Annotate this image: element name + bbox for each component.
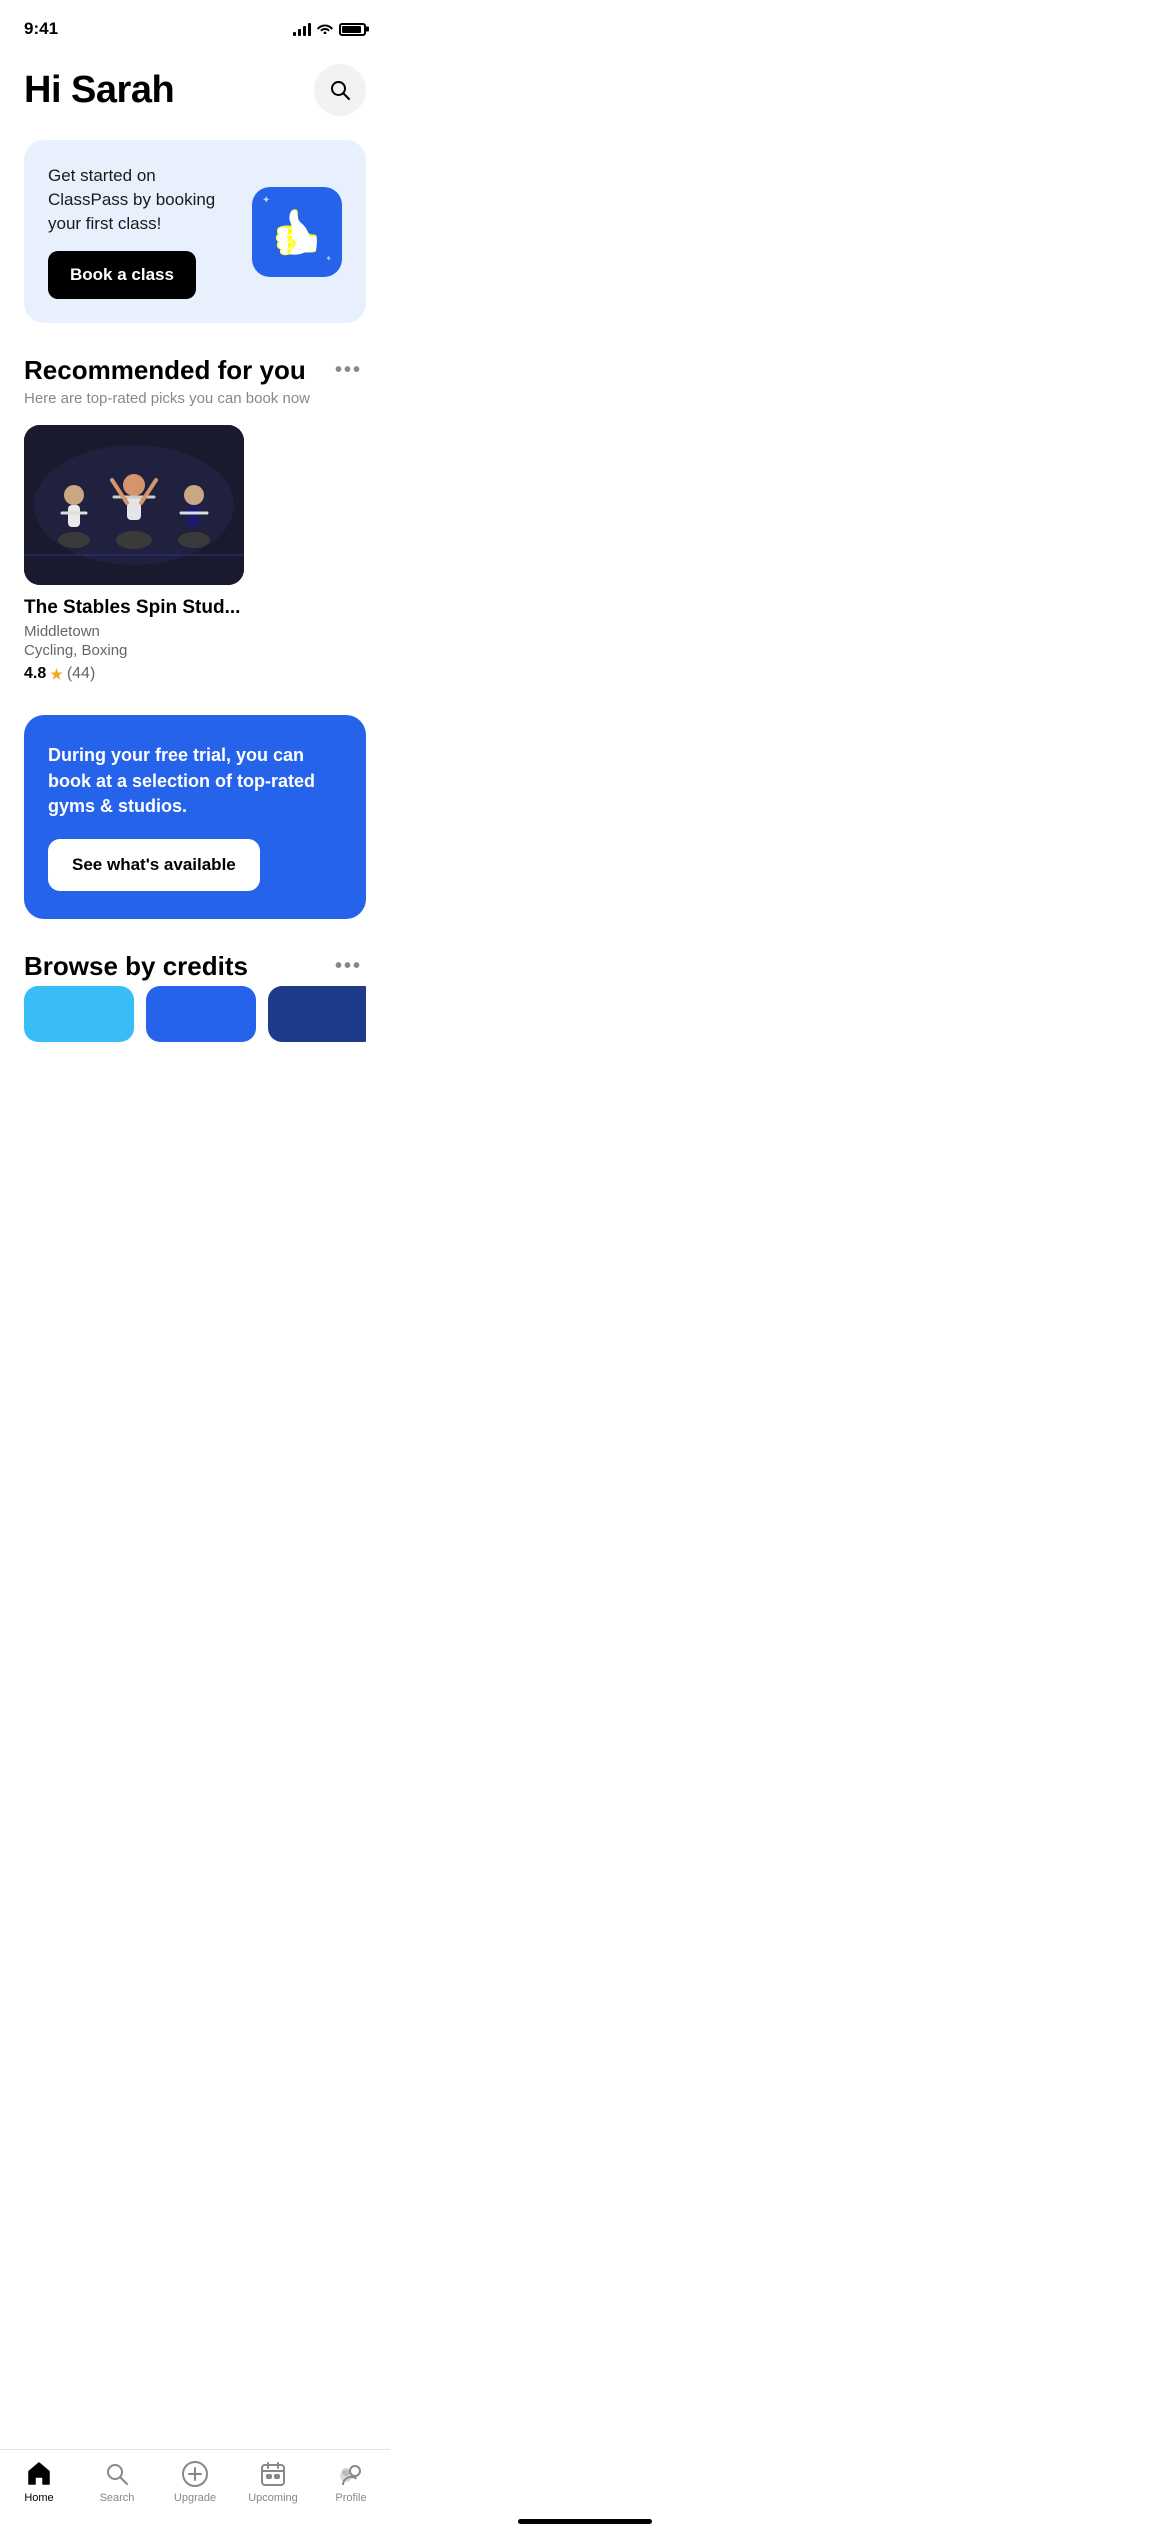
search-tab-icon [103,2460,131,2488]
wifi-icon [317,21,333,37]
upcoming-tab-icon [259,2460,287,2488]
classpass-promo-icon: 👍 [252,187,342,277]
main-content: Hi Sarah Get started on ClassPass by boo… [0,44,390,1158]
upcoming-tab-label: Upcoming [248,2492,298,2504]
trial-banner-text: During your free trial, you can book at … [48,743,342,819]
search-icon [329,79,351,101]
browse-credits-title: Browse by credits [24,951,248,982]
promo-text: Get started on ClassPass by booking your… [48,164,236,299]
search-button[interactable] [314,64,366,116]
greeting-text: Hi Sarah [24,69,174,112]
credit-card-1[interactable] [24,986,134,1042]
browse-credits-header: Browse by credits ••• [24,951,366,982]
tab-profile[interactable]: Profile [312,2460,390,2504]
profile-tab-label: Profile [335,2492,366,2504]
tab-upgrade[interactable]: Upgrade [156,2460,234,2504]
header-row: Hi Sarah [24,64,366,116]
studio-image [24,425,244,585]
thumbs-up-icon: 👍 [270,206,325,258]
promo-message: Get started on ClassPass by booking your… [48,164,236,235]
status-time: 9:41 [24,19,58,39]
book-class-button[interactable]: Book a class [48,251,196,299]
recommended-title: Recommended for you [24,355,306,386]
studio-card[interactable]: The Stables Spin Stud... Middletown Cycl… [24,425,366,683]
home-tab-icon [25,2460,53,2488]
rating-value: 4.8 [24,665,46,683]
tab-bar: Home Search Upgrade [0,2449,390,2532]
home-tab-label: Home [24,2492,53,2504]
star-icon: ★ [50,666,63,683]
rating-count: (44) [67,665,95,683]
signal-icon [293,22,311,36]
studio-type: Cycling, Boxing [24,642,366,659]
status-icons [293,21,366,37]
recommended-more-button[interactable]: ••• [331,355,366,386]
recommended-subtitle: Here are top-rated picks you can book no… [24,390,366,407]
tab-home[interactable]: Home [0,2460,78,2504]
home-indicator [518,2519,652,2524]
trial-banner: During your free trial, you can book at … [24,715,366,919]
profile-tab-icon [337,2460,365,2488]
tab-upcoming[interactable]: Upcoming [234,2460,312,2504]
upgrade-tab-icon [181,2460,209,2488]
promo-card: Get started on ClassPass by booking your… [24,140,366,323]
see-available-button[interactable]: See what's available [48,839,260,891]
credits-cards-row [24,986,366,1058]
recommended-section-header: Recommended for you ••• [24,355,366,386]
status-bar: 9:41 [0,0,390,44]
browse-credits-more-button[interactable]: ••• [331,951,366,982]
search-tab-label: Search [100,2492,135,2504]
credit-card-3[interactable] [268,986,366,1042]
studio-name: The Stables Spin Stud... [24,597,366,619]
battery-icon [339,23,366,36]
tab-search[interactable]: Search [78,2460,156,2504]
studio-location: Middletown [24,623,366,640]
studio-rating: 4.8 ★ (44) [24,665,366,683]
browse-credits-section: Browse by credits ••• [24,951,366,1058]
upgrade-tab-label: Upgrade [174,2492,216,2504]
credit-card-2[interactable] [146,986,256,1042]
